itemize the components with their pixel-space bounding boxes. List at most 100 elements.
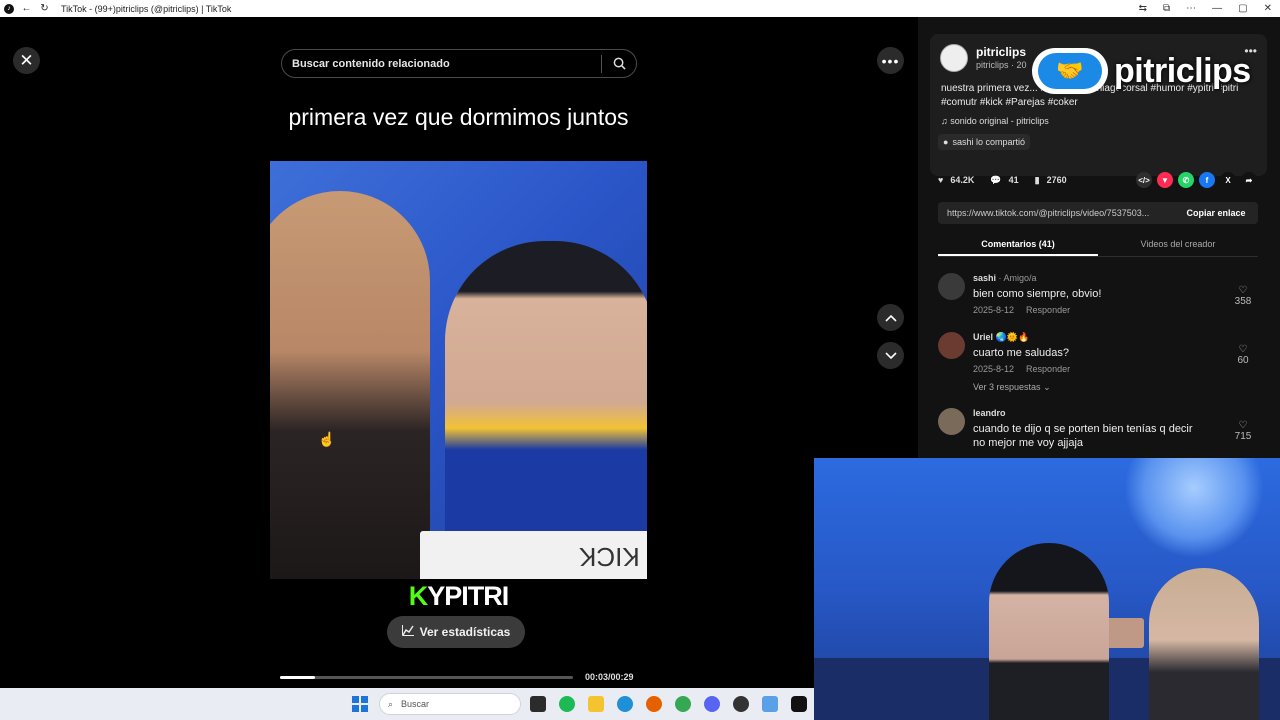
- taskbar: ⌕ Buscar: [0, 688, 814, 720]
- firefox-icon[interactable]: [646, 696, 662, 712]
- comment-like[interactable]: ♡ 60: [1228, 344, 1258, 366]
- whatsapp-icon[interactable]: ✆: [1178, 172, 1194, 188]
- comment-text: cuarto me saludas?: [973, 347, 1069, 359]
- share-icon[interactable]: ➦: [1241, 172, 1257, 188]
- mouse-cursor-icon: ☝: [318, 431, 336, 447]
- tab-comments[interactable]: Comentarios (41): [938, 235, 1098, 256]
- facebook-icon[interactable]: f: [1199, 172, 1215, 188]
- back-icon[interactable]: ←: [21, 3, 32, 14]
- windows-start-icon[interactable]: [352, 696, 368, 712]
- discord-icon[interactable]: [704, 696, 720, 712]
- commenter-name[interactable]: Uriel 🌏🌞🔥: [973, 332, 1029, 343]
- related-search-input[interactable]: Buscar contenido relacionado: [281, 49, 637, 78]
- commenter-name[interactable]: leandro: [973, 408, 1006, 418]
- like-button[interactable]: ♥ 64.2K: [938, 175, 974, 185]
- video-sign: KICK: [420, 531, 647, 579]
- handshake-badge-icon: 🤝: [1032, 48, 1108, 94]
- extensions-icon[interactable]: ⧉: [1163, 3, 1170, 14]
- maximize-icon[interactable]: ▢: [1238, 3, 1247, 14]
- progress-fill: [280, 676, 316, 679]
- taskbar-apps: [530, 696, 807, 712]
- panel-tabs: Comentarios (41) Videos del creador: [938, 235, 1258, 257]
- video-stage: ✕ Buscar contenido relacionado primera v…: [0, 17, 918, 705]
- view-replies-label: Ver 3 respuestas: [973, 382, 1041, 392]
- tab-creator-videos[interactable]: Videos del creador: [1098, 235, 1258, 256]
- author-avatar[interactable]: [940, 44, 968, 72]
- send-icon[interactable]: ▼: [1157, 172, 1173, 188]
- comment-text: cuando te dijo q se porten bien tenías q…: [973, 423, 1193, 449]
- close-window-icon[interactable]: ✕: [1264, 3, 1272, 14]
- search-icon: ⌕: [388, 698, 394, 709]
- comment-count: 41: [1008, 175, 1019, 185]
- reply-button[interactable]: Responder: [1026, 305, 1070, 315]
- video-link[interactable]: https://www.tiktok.com/@pitriclips/video…: [938, 208, 1174, 218]
- view-replies-button[interactable]: Ver 3 respuestas ⌄: [973, 382, 1051, 393]
- embed-icon[interactable]: </>: [1136, 172, 1152, 188]
- comment-meta: 2025-8-12 Responder: [973, 305, 1070, 315]
- comment-icon: 💬: [990, 174, 1002, 185]
- share-row: </> ▼ ✆ f X ➦: [1136, 172, 1257, 188]
- more-options-button[interactable]: •••: [877, 47, 904, 74]
- video-caption: primera vez que dormimos juntos: [288, 104, 629, 130]
- x-icon[interactable]: X: [1220, 172, 1236, 188]
- commenter-avatar[interactable]: [938, 273, 965, 300]
- minimize-icon[interactable]: —: [1212, 3, 1222, 14]
- taskbar-search-label: Buscar: [401, 699, 430, 709]
- comment-button[interactable]: 💬 41: [990, 175, 1018, 186]
- author-name[interactable]: pitriclips: [976, 45, 1026, 59]
- heart-outline-icon: ♡: [1238, 344, 1248, 355]
- comment-like[interactable]: ♡ 715: [1228, 420, 1258, 442]
- progress-bar[interactable]: [280, 676, 573, 679]
- commenter-name[interactable]: sashi · Amigo/a: [973, 273, 1037, 283]
- next-video-button[interactable]: [877, 342, 904, 369]
- menu-icon[interactable]: ⋯: [1186, 3, 1196, 14]
- link-row: https://www.tiktok.com/@pitriclips/video…: [938, 202, 1258, 224]
- comment-like[interactable]: ♡ 358: [1228, 285, 1258, 307]
- window-title: TikTok - (99+)pitriclips (@pitriclips) |…: [61, 3, 232, 14]
- music-label: sonido original - pitriclips: [950, 116, 1049, 126]
- video-frame[interactable]: KICK: [270, 161, 647, 579]
- stats-button[interactable]: Ver estadísticas: [387, 616, 525, 648]
- screen: { "window": {"title": "TikTok - (99+)pit…: [0, 0, 1280, 720]
- heart-outline-icon: ♡: [1238, 285, 1248, 296]
- video-time: 00:03/00:29: [585, 672, 634, 682]
- search-placeholder: Buscar contenido relacionado: [292, 57, 450, 70]
- sign-text: KICK: [579, 542, 640, 572]
- reload-icon[interactable]: ↻: [39, 3, 50, 14]
- comment-text: bien como siempre, obvio!: [973, 288, 1102, 300]
- comment-date: 2025-8-12: [973, 305, 1015, 315]
- chevron-down-icon: [884, 351, 897, 359]
- save-count: 2760: [1046, 175, 1067, 185]
- webcam-light: [1124, 458, 1264, 558]
- tiktok-icon[interactable]: [791, 696, 807, 712]
- commenter-name-text: sashi: [973, 273, 997, 283]
- heart-icon: ♥: [938, 175, 944, 185]
- emoji-icon: 🌏🌞🔥: [995, 332, 1030, 342]
- comment-like-count: 715: [1234, 431, 1252, 442]
- music-row[interactable]: ♫ sonido original - pitriclips: [941, 116, 1049, 126]
- file-explorer-icon[interactable]: [588, 696, 604, 712]
- close-player-button[interactable]: ✕: [13, 47, 40, 74]
- chevron-up-icon: [884, 314, 897, 322]
- reply-button[interactable]: Responder: [1026, 364, 1070, 374]
- video-person-right: [445, 241, 647, 579]
- commenter-avatar[interactable]: [938, 332, 965, 359]
- comment-date: 2025-8-12: [973, 364, 1015, 374]
- save-button[interactable]: ▮ 2760: [1035, 175, 1067, 186]
- copy-link-button[interactable]: Copiar enlace: [1174, 208, 1258, 218]
- edge-icon[interactable]: [617, 696, 633, 712]
- previous-video-button[interactable]: [877, 304, 904, 331]
- kick-brand-logo: KYPITRI: [270, 581, 647, 612]
- obs-icon[interactable]: [733, 696, 749, 712]
- chrome-icon[interactable]: [675, 696, 691, 712]
- app-icon-terminal[interactable]: [530, 696, 546, 712]
- commenter-avatar[interactable]: [938, 408, 965, 435]
- video-player[interactable]: primera vez que dormimos juntos KICK KYP…: [270, 85, 647, 705]
- spotify-icon[interactable]: [559, 696, 575, 712]
- app-icon-window[interactable]: [762, 696, 778, 712]
- shared-label: sashi lo compartió: [952, 137, 1025, 147]
- translate-icon[interactable]: ⇆: [1139, 3, 1147, 14]
- taskbar-search[interactable]: ⌕ Buscar: [379, 693, 521, 715]
- search-icon[interactable]: [602, 57, 636, 70]
- bookmark-icon: ▮: [1034, 174, 1040, 185]
